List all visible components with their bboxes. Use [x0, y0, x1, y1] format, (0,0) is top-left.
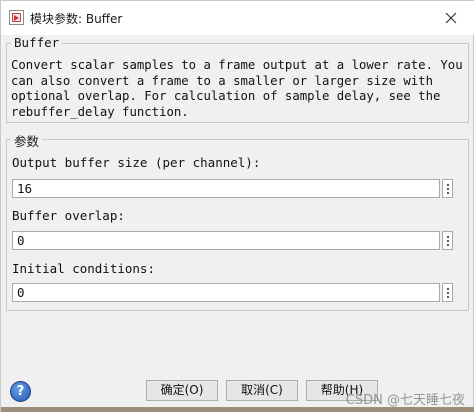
parameters-group: 参数 Output buffer size (per channel): Buf…	[6, 131, 469, 311]
close-icon	[445, 12, 457, 24]
buffer-overlap-input[interactable]	[12, 231, 440, 250]
output-buffer-size-more-button[interactable]	[442, 179, 453, 198]
ok-button[interactable]: 确定(O)	[146, 380, 218, 401]
description-group-label: Buffer	[11, 35, 63, 50]
title-bar: 模块参数: Buffer	[1, 1, 474, 35]
block-description: Convert scalar samples to a frame output…	[11, 58, 463, 119]
window-title: 模块参数: Buffer	[30, 12, 123, 26]
initial-conditions-label: Initial conditions:	[12, 261, 155, 276]
close-button[interactable]	[441, 8, 461, 28]
watermark: CSDN @七天睡七夜	[345, 393, 465, 408]
buffer-overlap-more-button[interactable]	[442, 231, 453, 250]
help-icon[interactable]: ?	[10, 381, 31, 402]
output-buffer-size-input[interactable]	[12, 179, 440, 198]
initial-conditions-more-button[interactable]	[442, 283, 453, 302]
cancel-button[interactable]: 取消(C)	[226, 380, 298, 401]
description-group: Buffer Convert scalar samples to a frame…	[6, 35, 469, 123]
output-buffer-size-label: Output buffer size (per channel):	[12, 155, 261, 170]
initial-conditions-input[interactable]	[12, 283, 440, 302]
buffer-overlap-label: Buffer overlap:	[12, 208, 125, 223]
block-parameters-dialog: 模块参数: Buffer Buffer Convert scalar sampl…	[0, 0, 474, 412]
parameters-group-label: 参数	[11, 131, 43, 150]
bottom-strip	[1, 407, 474, 412]
app-icon	[9, 10, 24, 25]
